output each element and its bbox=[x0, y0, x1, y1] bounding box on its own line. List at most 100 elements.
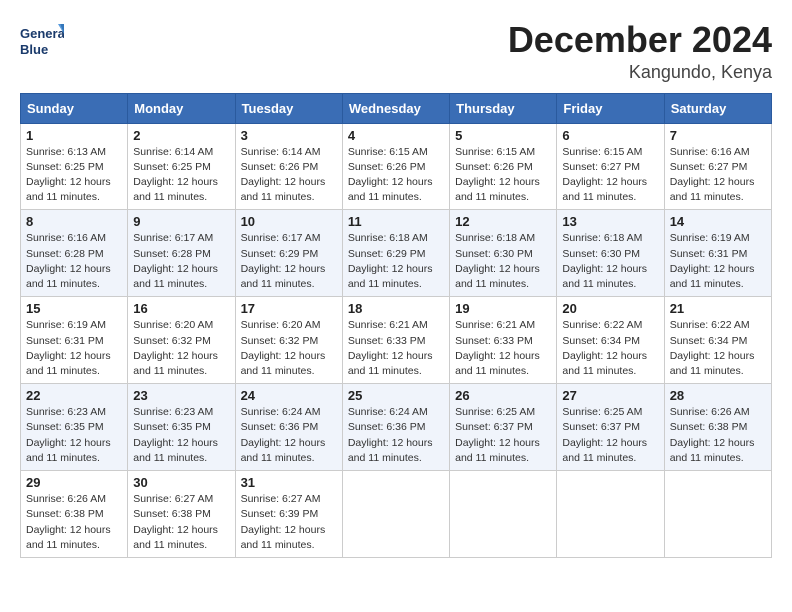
day-info: Sunrise: 6:21 AMSunset: 6:33 PMDaylight:… bbox=[348, 318, 444, 379]
day-info: Sunrise: 6:20 AMSunset: 6:32 PMDaylight:… bbox=[133, 318, 229, 379]
day-number: 26 bbox=[455, 388, 551, 403]
day-info: Sunrise: 6:20 AMSunset: 6:32 PMDaylight:… bbox=[241, 318, 337, 379]
calendar-cell: 7 Sunrise: 6:16 AMSunset: 6:27 PMDaylight… bbox=[664, 123, 771, 210]
calendar-cell: 17 Sunrise: 6:20 AMSunset: 6:32 PMDayligh… bbox=[235, 297, 342, 384]
day-info: Sunrise: 6:15 AMSunset: 6:27 PMDaylight:… bbox=[562, 145, 658, 206]
location-title: Kangundo, Kenya bbox=[508, 62, 772, 83]
calendar-cell: 28 Sunrise: 6:26 AMSunset: 6:38 PMDayligh… bbox=[664, 384, 771, 471]
weekday-header-thursday: Thursday bbox=[450, 93, 557, 123]
day-info: Sunrise: 6:24 AMSunset: 6:36 PMDaylight:… bbox=[241, 405, 337, 466]
day-number: 27 bbox=[562, 388, 658, 403]
calendar-cell: 29 Sunrise: 6:26 AMSunset: 6:38 PMDayligh… bbox=[21, 471, 128, 558]
calendar-cell: 12 Sunrise: 6:18 AMSunset: 6:30 PMDayligh… bbox=[450, 210, 557, 297]
day-number: 4 bbox=[348, 128, 444, 143]
day-number: 17 bbox=[241, 301, 337, 316]
weekday-header-wednesday: Wednesday bbox=[342, 93, 449, 123]
calendar-cell: 3 Sunrise: 6:14 AMSunset: 6:26 PMDaylight… bbox=[235, 123, 342, 210]
day-info: Sunrise: 6:18 AMSunset: 6:30 PMDaylight:… bbox=[455, 231, 551, 292]
weekday-header-sunday: Sunday bbox=[21, 93, 128, 123]
weekday-header-friday: Friday bbox=[557, 93, 664, 123]
calendar-cell bbox=[342, 471, 449, 558]
day-info: Sunrise: 6:23 AMSunset: 6:35 PMDaylight:… bbox=[133, 405, 229, 466]
day-info: Sunrise: 6:24 AMSunset: 6:36 PMDaylight:… bbox=[348, 405, 444, 466]
day-number: 8 bbox=[26, 214, 122, 229]
svg-text:General: General bbox=[20, 26, 64, 41]
day-number: 2 bbox=[133, 128, 229, 143]
day-info: Sunrise: 6:22 AMSunset: 6:34 PMDaylight:… bbox=[670, 318, 766, 379]
calendar-cell: 25 Sunrise: 6:24 AMSunset: 6:36 PMDayligh… bbox=[342, 384, 449, 471]
day-info: Sunrise: 6:17 AMSunset: 6:29 PMDaylight:… bbox=[241, 231, 337, 292]
day-info: Sunrise: 6:13 AMSunset: 6:25 PMDaylight:… bbox=[26, 145, 122, 206]
calendar-cell: 4 Sunrise: 6:15 AMSunset: 6:26 PMDaylight… bbox=[342, 123, 449, 210]
day-info: Sunrise: 6:18 AMSunset: 6:29 PMDaylight:… bbox=[348, 231, 444, 292]
calendar-cell: 13 Sunrise: 6:18 AMSunset: 6:30 PMDayligh… bbox=[557, 210, 664, 297]
day-info: Sunrise: 6:21 AMSunset: 6:33 PMDaylight:… bbox=[455, 318, 551, 379]
calendar-cell: 26 Sunrise: 6:25 AMSunset: 6:37 PMDayligh… bbox=[450, 384, 557, 471]
calendar-cell bbox=[557, 471, 664, 558]
day-number: 20 bbox=[562, 301, 658, 316]
day-number: 14 bbox=[670, 214, 766, 229]
calendar-cell: 14 Sunrise: 6:19 AMSunset: 6:31 PMDayligh… bbox=[664, 210, 771, 297]
day-info: Sunrise: 6:22 AMSunset: 6:34 PMDaylight:… bbox=[562, 318, 658, 379]
calendar-cell bbox=[664, 471, 771, 558]
weekday-header-monday: Monday bbox=[128, 93, 235, 123]
day-number: 24 bbox=[241, 388, 337, 403]
calendar-cell: 30 Sunrise: 6:27 AMSunset: 6:38 PMDayligh… bbox=[128, 471, 235, 558]
calendar-cell: 20 Sunrise: 6:22 AMSunset: 6:34 PMDayligh… bbox=[557, 297, 664, 384]
day-info: Sunrise: 6:17 AMSunset: 6:28 PMDaylight:… bbox=[133, 231, 229, 292]
calendar-cell bbox=[450, 471, 557, 558]
day-number: 5 bbox=[455, 128, 551, 143]
day-info: Sunrise: 6:15 AMSunset: 6:26 PMDaylight:… bbox=[348, 145, 444, 206]
calendar-cell: 19 Sunrise: 6:21 AMSunset: 6:33 PMDayligh… bbox=[450, 297, 557, 384]
calendar-table: SundayMondayTuesdayWednesdayThursdayFrid… bbox=[20, 93, 772, 558]
title-area: December 2024 Kangundo, Kenya bbox=[508, 20, 772, 83]
day-number: 11 bbox=[348, 214, 444, 229]
weekday-header-tuesday: Tuesday bbox=[235, 93, 342, 123]
day-info: Sunrise: 6:19 AMSunset: 6:31 PMDaylight:… bbox=[670, 231, 766, 292]
day-number: 29 bbox=[26, 475, 122, 490]
day-number: 6 bbox=[562, 128, 658, 143]
calendar-cell: 31Sunrise: 6:27 AMSunset: 6:39 PMDayligh… bbox=[235, 471, 342, 558]
day-number: 1 bbox=[26, 128, 122, 143]
day-info: Sunrise: 6:26 AMSunset: 6:38 PMDaylight:… bbox=[670, 405, 766, 466]
day-number: 19 bbox=[455, 301, 551, 316]
day-info: Sunrise: 6:27 AMSunset: 6:38 PMDaylight:… bbox=[133, 492, 229, 553]
calendar-cell: 21Sunrise: 6:22 AMSunset: 6:34 PMDayligh… bbox=[664, 297, 771, 384]
day-info: Sunrise: 6:19 AMSunset: 6:31 PMDaylight:… bbox=[26, 318, 122, 379]
day-number: 16 bbox=[133, 301, 229, 316]
logo: General Blue bbox=[20, 20, 64, 60]
day-number: 30 bbox=[133, 475, 229, 490]
calendar-cell: 18Sunrise: 6:21 AMSunset: 6:33 PMDayligh… bbox=[342, 297, 449, 384]
day-info: Sunrise: 6:27 AMSunset: 6:39 PMDaylight:… bbox=[241, 492, 337, 553]
month-title: December 2024 bbox=[508, 20, 772, 60]
calendar-cell: 9 Sunrise: 6:17 AMSunset: 6:28 PMDaylight… bbox=[128, 210, 235, 297]
day-number: 25 bbox=[348, 388, 444, 403]
day-info: Sunrise: 6:14 AMSunset: 6:26 PMDaylight:… bbox=[241, 145, 337, 206]
calendar-cell: 27 Sunrise: 6:25 AMSunset: 6:37 PMDayligh… bbox=[557, 384, 664, 471]
day-info: Sunrise: 6:26 AMSunset: 6:38 PMDaylight:… bbox=[26, 492, 122, 553]
day-info: Sunrise: 6:25 AMSunset: 6:37 PMDaylight:… bbox=[455, 405, 551, 466]
day-info: Sunrise: 6:23 AMSunset: 6:35 PMDaylight:… bbox=[26, 405, 122, 466]
day-info: Sunrise: 6:16 AMSunset: 6:27 PMDaylight:… bbox=[670, 145, 766, 206]
calendar-cell: 23Sunrise: 6:23 AMSunset: 6:35 PMDayligh… bbox=[128, 384, 235, 471]
logo-container: General Blue bbox=[20, 20, 64, 60]
day-number: 12 bbox=[455, 214, 551, 229]
day-number: 13 bbox=[562, 214, 658, 229]
calendar-cell: 10 Sunrise: 6:17 AMSunset: 6:29 PMDayligh… bbox=[235, 210, 342, 297]
day-number: 7 bbox=[670, 128, 766, 143]
calendar-cell: 5Sunrise: 6:15 AMSunset: 6:26 PMDaylight… bbox=[450, 123, 557, 210]
day-info: Sunrise: 6:18 AMSunset: 6:30 PMDaylight:… bbox=[562, 231, 658, 292]
day-number: 10 bbox=[241, 214, 337, 229]
calendar-cell: 22Sunrise: 6:23 AMSunset: 6:35 PMDayligh… bbox=[21, 384, 128, 471]
day-number: 3 bbox=[241, 128, 337, 143]
weekday-header-saturday: Saturday bbox=[664, 93, 771, 123]
calendar-cell: 1 Sunrise: 6:13 AMSunset: 6:25 PMDaylight… bbox=[21, 123, 128, 210]
calendar-cell: 2 Sunrise: 6:14 AMSunset: 6:25 PMDaylight… bbox=[128, 123, 235, 210]
logo-graphic: General Blue bbox=[20, 20, 64, 60]
calendar-cell: 11 Sunrise: 6:18 AMSunset: 6:29 PMDayligh… bbox=[342, 210, 449, 297]
day-number: 9 bbox=[133, 214, 229, 229]
day-info: Sunrise: 6:25 AMSunset: 6:37 PMDaylight:… bbox=[562, 405, 658, 466]
day-info: Sunrise: 6:14 AMSunset: 6:25 PMDaylight:… bbox=[133, 145, 229, 206]
day-number: 28 bbox=[670, 388, 766, 403]
page-header: General Blue December 2024 Kangundo, Ken… bbox=[20, 20, 772, 83]
